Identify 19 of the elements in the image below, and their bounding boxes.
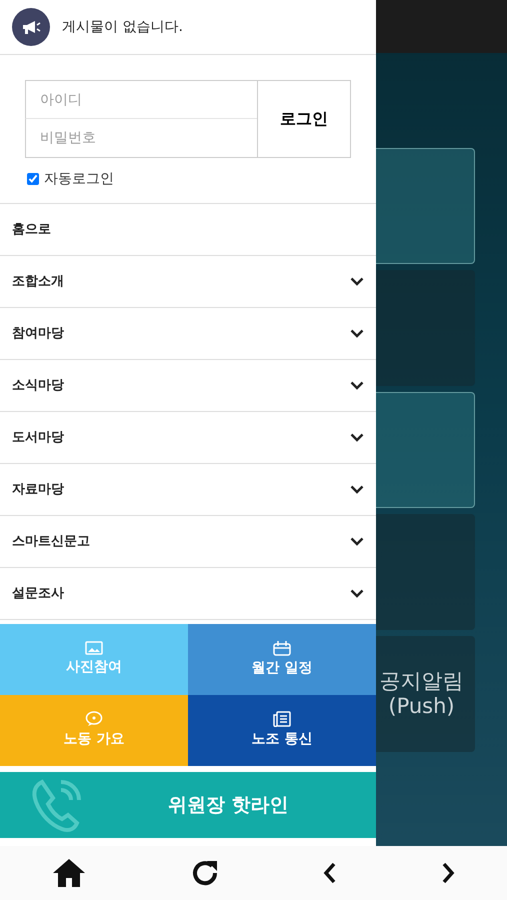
login-button[interactable]: 로그인 xyxy=(257,80,351,158)
app-tile[interactable] xyxy=(376,270,475,386)
app-tile[interactable] xyxy=(376,392,475,508)
photo-icon xyxy=(85,641,103,655)
tile-title: 공지알림 xyxy=(380,668,464,694)
megaphone-icon xyxy=(12,8,50,46)
chat-icon xyxy=(85,711,103,727)
app-tile[interactable] xyxy=(376,514,475,630)
app-tile[interactable] xyxy=(376,148,475,264)
menu-tile[interactable]: 노조 통신 xyxy=(188,695,376,766)
tile-subtitle: (Push) xyxy=(388,694,455,720)
app-tile[interactable]: 공지알림 (Push) xyxy=(376,636,475,752)
calendar-icon xyxy=(273,640,291,656)
password-field[interactable]: 비밀번호 xyxy=(25,119,257,158)
news-icon xyxy=(273,711,291,727)
auto-login-checkbox[interactable] xyxy=(27,173,39,185)
id-field[interactable]: 아이디 xyxy=(25,80,257,119)
notice-text: 게시물이 없습니다. xyxy=(62,18,183,36)
auto-login-label: 자동로그인 xyxy=(44,170,114,188)
